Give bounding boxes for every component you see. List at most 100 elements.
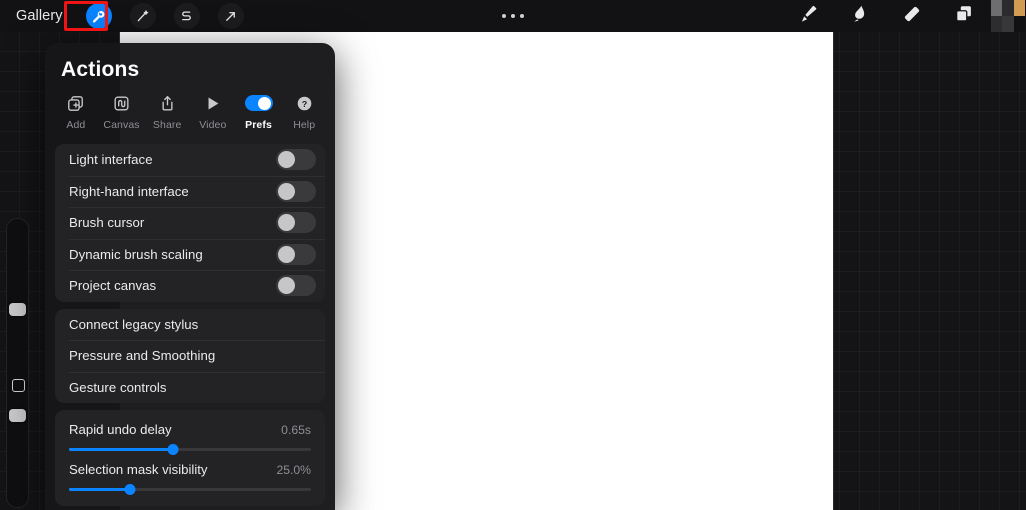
toggle-knob	[278, 277, 295, 295]
row-dynamic-brush-scaling-label: Dynamic brush scaling	[69, 246, 203, 262]
swatch-cell-4	[991, 16, 1003, 32]
slider-selection-mask-visibility: Selection mask visibility 25.0%	[55, 456, 325, 496]
modify-button[interactable]	[12, 379, 25, 392]
tab-share[interactable]: Share	[144, 92, 190, 135]
tab-prefs[interactable]: Prefs	[236, 92, 282, 135]
slider-rapid-undo-delay-head: Rapid undo delay 0.65s	[69, 422, 311, 444]
dot-2	[511, 14, 515, 18]
tab-prefs-label: Prefs	[245, 119, 272, 131]
menu-item-pressure-and-smoothing[interactable]: Pressure and Smoothing	[55, 340, 325, 372]
toggle-brush-cursor[interactable]	[276, 212, 316, 234]
swatch-cell-2	[1002, 0, 1014, 16]
slider-thumb[interactable]	[124, 484, 135, 495]
swatch-cell-1	[991, 0, 1003, 16]
menu-item-gesture-controls[interactable]: Gesture controls	[55, 371, 325, 404]
dot-1	[502, 14, 506, 18]
eraser-icon	[901, 3, 923, 30]
color-swatch[interactable]	[990, 0, 1026, 32]
s-curve-selection-icon	[173, 3, 200, 29]
tab-canvas-label: Canvas	[103, 119, 140, 131]
more-options-icon[interactable]	[502, 0, 524, 32]
toggle-project-canvas[interactable]	[276, 275, 316, 297]
toggle-knob	[278, 182, 295, 200]
slider-rapid-undo-delay-label: Rapid undo delay	[69, 422, 172, 437]
menu-item-pressure-and-smoothing-label: Pressure and Smoothing	[69, 348, 216, 364]
tab-share-label: Share	[152, 119, 182, 131]
actions-wrench-tool[interactable]	[77, 0, 121, 32]
tab-add-label: Add	[66, 119, 86, 131]
smudge-icon	[849, 3, 871, 30]
canvas-icon	[112, 92, 131, 114]
arrow-transform-icon	[217, 3, 244, 29]
actions-tab-strip: Add Canvas Share Video Prefs ? Help	[45, 82, 335, 135]
tab-help-label: Help	[293, 119, 316, 131]
video-icon	[203, 92, 222, 114]
brush-icon	[797, 3, 819, 30]
actions-panel: Actions Add Canvas Share Video Prefs ? H…	[45, 43, 335, 510]
toggle-knob	[278, 151, 295, 169]
toggle-knob	[278, 245, 295, 263]
menu-item-connect-legacy-stylus[interactable]: Connect legacy stylus	[55, 309, 325, 341]
layers-icon	[953, 3, 975, 30]
dot-3	[520, 14, 524, 18]
preferences-toggle-group: Light interface Right-hand interface Bru…	[55, 144, 325, 302]
transform-tool[interactable]	[209, 0, 253, 32]
help-icon: ?	[295, 92, 314, 114]
toggle-right-hand-interface[interactable]	[276, 180, 316, 202]
top-toolbar: Gallery	[0, 0, 1026, 32]
brush-size-slider[interactable]	[9, 303, 26, 316]
add-icon	[66, 92, 85, 114]
slider-rapid-undo-delay: Rapid undo delay 0.65s	[55, 416, 325, 456]
top-toolbar-right-group	[782, 0, 1026, 32]
prefs-toggle-switch	[244, 95, 273, 111]
slider-track-fill	[69, 488, 130, 491]
paint-tool[interactable]	[782, 0, 834, 32]
share-icon	[158, 92, 177, 114]
swatch-cell-6	[1013, 16, 1025, 32]
slider-rapid-undo-delay-value: 0.65s	[281, 423, 311, 437]
slider-thumb[interactable]	[167, 444, 179, 455]
slider-selection-mask-visibility-track[interactable]	[69, 484, 311, 495]
slider-selection-mask-visibility-head: Selection mask visibility 25.0%	[69, 462, 311, 484]
menu-item-connect-legacy-stylus-label: Connect legacy stylus	[69, 316, 199, 332]
row-right-hand-interface[interactable]: Right-hand interface	[55, 175, 325, 208]
toggle-dynamic-brush-scaling[interactable]	[276, 243, 316, 265]
swatch-cell-3	[1013, 0, 1025, 16]
color-swatch-grid	[991, 0, 1025, 32]
row-right-hand-interface-label: Right-hand interface	[69, 183, 189, 199]
layers-panel[interactable]	[938, 0, 990, 32]
toggle-light-interface[interactable]	[276, 149, 316, 171]
brush-size-opacity-rail[interactable]	[6, 218, 29, 508]
tab-add[interactable]: Add	[53, 92, 99, 135]
svg-text:?: ?	[302, 98, 307, 108]
adjustments-tool[interactable]	[121, 0, 165, 32]
row-dynamic-brush-scaling[interactable]: Dynamic brush scaling	[55, 238, 325, 271]
gallery-button[interactable]: Gallery	[12, 8, 77, 24]
preferences-menu-group: Connect legacy stylus Pressure and Smoot…	[55, 308, 325, 404]
prefs-toggle-icon	[244, 92, 273, 114]
preferences-slider-group: Rapid undo delay 0.65s Selection mask vi…	[55, 410, 325, 506]
tab-video[interactable]: Video	[190, 92, 236, 135]
top-toolbar-left-group: Gallery	[0, 0, 253, 32]
swatch-cell-5	[1002, 16, 1014, 32]
menu-item-gesture-controls-label: Gesture controls	[69, 379, 167, 395]
smudge-tool[interactable]	[834, 0, 886, 32]
tab-help[interactable]: ? Help	[281, 92, 327, 135]
slider-rapid-undo-delay-track[interactable]	[69, 444, 311, 455]
toggle-knob	[278, 214, 295, 232]
row-light-interface-label: Light interface	[69, 152, 153, 168]
slider-selection-mask-visibility-label: Selection mask visibility	[69, 462, 208, 477]
tab-video-label: Video	[199, 119, 227, 131]
row-brush-cursor[interactable]: Brush cursor	[55, 207, 325, 239]
erase-tool[interactable]	[886, 0, 938, 32]
row-light-interface[interactable]: Light interface	[55, 144, 325, 176]
row-project-canvas[interactable]: Project canvas	[55, 270, 325, 302]
slider-selection-mask-visibility-value: 25.0%	[276, 463, 311, 477]
selection-tool[interactable]	[165, 0, 209, 32]
procreate-app-window: Gallery Actions Add Canvas Share Video P…	[0, 0, 1026, 510]
brush-opacity-slider[interactable]	[9, 409, 26, 422]
magic-wand-icon	[129, 3, 156, 29]
row-brush-cursor-label: Brush cursor	[69, 215, 145, 231]
wrench-icon	[85, 3, 112, 29]
tab-canvas[interactable]: Canvas	[99, 92, 145, 135]
